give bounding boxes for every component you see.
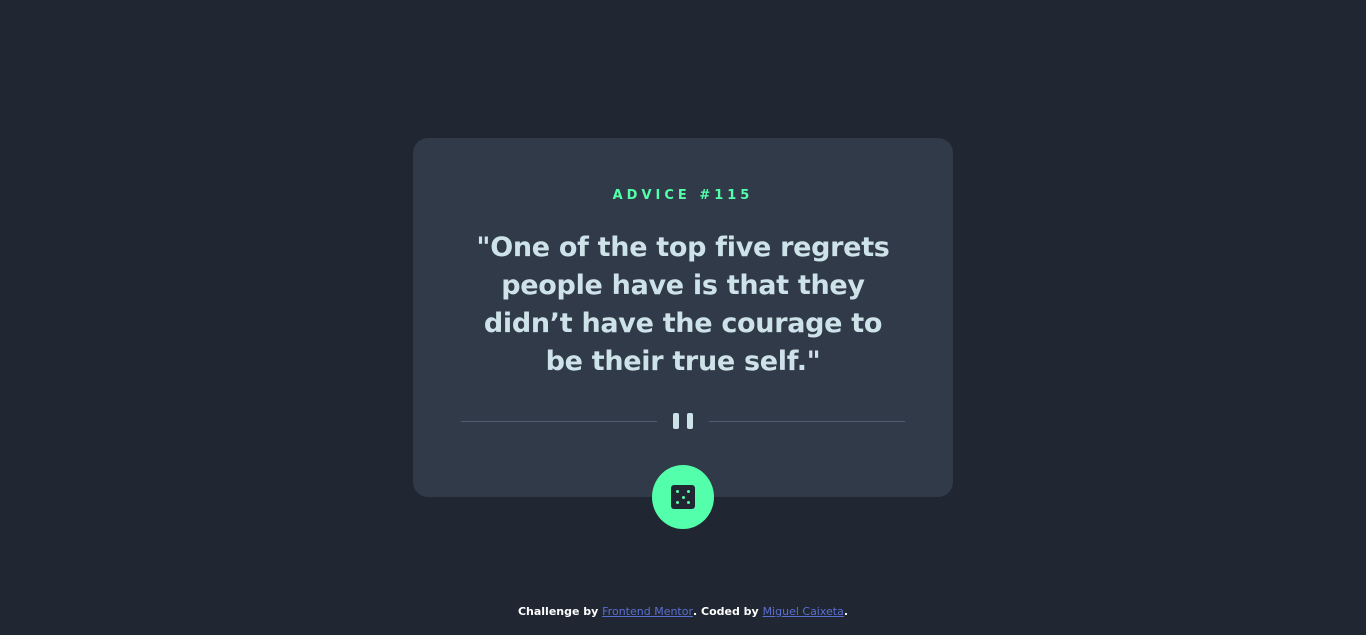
pause-icon [673,413,693,429]
advice-quote: "One of the top five regrets people have… [476,232,890,377]
divider-line-right [709,421,905,422]
attribution-footer: Challenge by Frontend Mentor. Coded by M… [0,605,1366,618]
dice-icon [671,485,695,509]
footer-middle: . Coded by [693,605,763,618]
footer-suffix: . [843,605,849,618]
footer-prefix: Challenge by [517,605,603,618]
pattern-divider [461,412,905,430]
frontend-mentor-link[interactable]: Frontend Mentor [602,605,693,618]
new-advice-button[interactable] [652,465,714,529]
divider-line-left [461,421,657,422]
advice-card: ADVICE #115 "One of the top five regrets… [413,138,953,497]
advice-id: ADVICE #115 [612,188,754,203]
author-link[interactable]: Miguel Caixeta [763,605,844,618]
